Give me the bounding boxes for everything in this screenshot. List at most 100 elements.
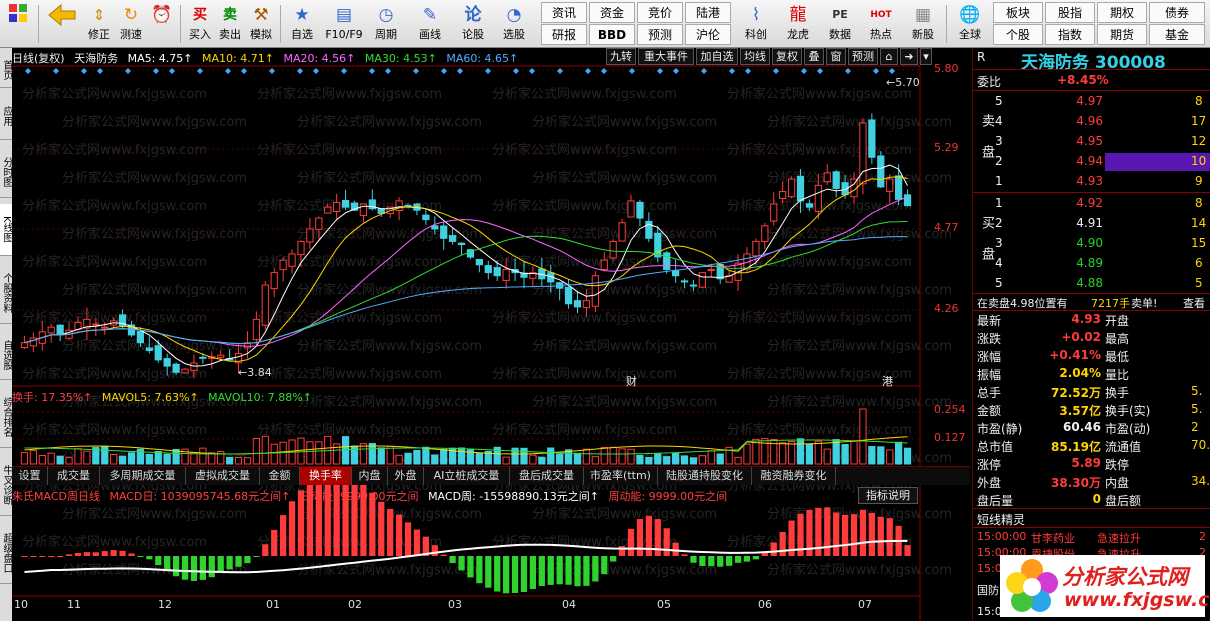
candle-body [636,201,644,219]
macd-bar [208,556,215,578]
grid-cell-futures[interactable]: 期货 [1097,24,1147,45]
draw-line-button[interactable]: ✎ 画线 [410,2,450,46]
grid-cell-fund[interactable]: 基金 [1149,24,1205,45]
grid-cell-auction[interactable]: 竞价 [637,2,683,23]
sub-tab-volume[interactable]: 成交量 [48,467,100,485]
volume-bar [680,455,689,465]
candle-body [324,206,332,214]
left-tab-timeshare[interactable]: 分时图 [0,146,12,198]
sub-tab-turnover[interactable]: 换手率 [300,467,352,485]
grid-cell-news[interactable]: 资讯 [541,2,587,23]
sub-tab-amount[interactable]: 金额 [260,467,300,485]
event-diamond-icon [729,68,735,74]
grid-cell-stock-index[interactable]: 股指 [1045,2,1095,23]
grid-cell-hk[interactable]: 陆港 [685,2,731,23]
expand-button[interactable]: ➜ [900,48,918,65]
lock-button[interactable]: ⌂ [880,48,898,65]
candle-body [448,235,457,242]
overlay-button[interactable]: 叠 [804,48,824,65]
watermark-text: 分析家公式网www.fxjgsw.com [492,86,677,102]
left-tab-level2[interactable]: 超级盘口 [0,522,12,584]
left-tab-profile[interactable]: 个股资料 [0,262,12,324]
candle-body [297,240,305,256]
add-watch-button[interactable]: 加自选 [696,48,738,65]
sub-tab-inner[interactable]: 内盘 [352,467,388,485]
nine-turn-button[interactable]: 九转 [606,48,636,65]
adjust-button[interactable]: 复权 [772,48,802,65]
sub-tab-pe-ttm[interactable]: 市盈率(ttm) [584,467,658,485]
data-button[interactable]: PE 数据 [822,2,858,46]
grid-cell-options[interactable]: 期权 [1097,2,1147,23]
left-tab-kline[interactable]: K线图 [0,204,12,256]
window-button[interactable]: 窗 [826,48,846,65]
grid-cell-stock[interactable]: 个股 [993,24,1043,45]
toolbar-button-back[interactable] [44,2,80,46]
toolbar-button-clock[interactable]: ⏰ [148,2,176,46]
left-tab-ranking[interactable]: 综合排名 [0,386,12,448]
candle-body [306,228,314,243]
dragon-tiger-button[interactable]: 龍 龙虎 [780,2,816,46]
sub-tab-virtual-volume[interactable]: 虚拟成交量 [186,467,260,485]
position-text: 在卖盘4.98位置有 [977,297,1068,310]
sub-tab-outer[interactable]: 外盘 [388,467,424,485]
left-tab-apps[interactable]: 应用 [0,92,12,140]
sub-tab-margin[interactable]: 融资融券变化 [752,467,836,485]
grid-cell-research[interactable]: 研报 [541,24,587,45]
forecast-button[interactable]: 预测 [848,48,878,65]
grid-cell-forecast[interactable]: 预测 [637,24,683,45]
volume-bar [234,457,243,465]
earnings-marker[interactable]: 财 [626,373,637,389]
sub-tab-multi-volume[interactable]: 多周期成交量 [100,467,186,485]
grid-cell-shlondon[interactable]: 沪伦 [685,24,731,45]
toolbar-button-fix[interactable]: ⇕ 修正 [84,2,114,46]
major-events-button[interactable]: 重大事件 [638,48,694,65]
volume-bar [20,452,29,465]
f10-button[interactable]: ▤ F10/F9 [322,2,366,46]
tech-innovation-button[interactable]: ⌇ 科创 [738,2,774,46]
watchlist-button[interactable]: ★ 自选 [286,2,318,46]
sell-button[interactable]: 卖 卖出 [216,2,244,46]
bottom-time-label: 15:0 [977,605,1002,618]
volume-bar [716,453,724,465]
toolbar-button-speed[interactable]: ↻ 测速 [116,2,146,46]
grid-icon [3,2,33,28]
select-stock-button[interactable]: ◔ 选股 [494,2,534,46]
ma-button[interactable]: 均线 [740,48,770,65]
grid-cell-bonds[interactable]: 债券 [1149,2,1205,23]
sprite-stock[interactable]: 甘李药业 [1031,530,1075,546]
sub-tab-ai-volume[interactable]: AI立桩成交量 [424,467,510,485]
sub-tab-settings[interactable]: 设置 [12,467,48,485]
buy-button[interactable]: 买 买入 [186,2,214,46]
watermark-text: 分析家公式网www.fxjgsw.com [22,534,207,550]
event-diamond-icon [369,68,375,74]
grid-cell-sector[interactable]: 板块 [993,2,1043,23]
left-tab-diagnosis[interactable]: 牛叉诊断 [0,454,12,516]
dropdown-button[interactable]: ▾ [920,48,932,65]
candle-body [136,331,145,344]
indicator-explain-button[interactable]: 指标说明 [858,487,918,504]
left-tab-home[interactable]: 首页 [0,52,12,88]
position-view-link[interactable]: 查看 [1183,295,1205,311]
global-button[interactable]: 🌐 全球 [952,2,988,46]
watermark-text: 分析家公式网www.fxjgsw.com [532,506,717,522]
hotspot-button[interactable]: HOT 热点 [862,2,900,46]
volume-bar [627,448,635,465]
grid-cell-bbd[interactable]: BBD [589,24,635,45]
sub-tab-connect-holdings[interactable]: 陆股通持股变化 [658,467,752,485]
dragon-tiger-icon: 龍 [789,5,807,25]
toolbar-button-grid[interactable] [3,2,33,46]
volume-bar [600,446,608,465]
grid-cell-index[interactable]: 指数 [1045,24,1095,45]
sub-tab-after-hours[interactable]: 盘后成交量 [510,467,584,485]
volume-bar [689,457,698,465]
discuss-button[interactable]: 论 论股 [456,2,490,46]
new-stock-button[interactable]: ▦ 新股 [904,2,942,46]
left-tab-watchlist[interactable]: 自选股 [0,330,12,380]
kline-chart-area[interactable]: 分析家公式网www.fxjgsw.com 分析家公式网www.fxjgsw.com… [12,48,970,621]
event-diamond-icon [81,68,87,74]
hk-marker[interactable]: 港 [882,373,893,389]
period-button[interactable]: ◷ 周期 [368,2,404,46]
grid-cell-funds[interactable]: 资金 [589,2,635,23]
stat-label-2: 换手 [1105,386,1130,400]
simulate-button[interactable]: ⚒ 模拟 [246,2,276,46]
